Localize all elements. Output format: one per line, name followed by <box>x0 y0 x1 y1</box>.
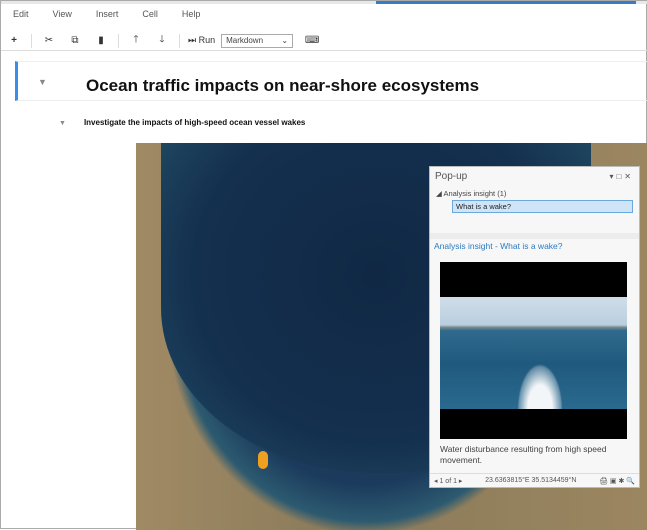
wake-image <box>440 297 627 409</box>
chevron-down-icon: ⌄ <box>281 36 289 45</box>
subheading-text: Investigate the impacts of high-speed oc… <box>83 118 306 127</box>
menu-help[interactable]: Help <box>182 9 201 19</box>
paste-icon[interactable]: ▮ <box>88 35 114 46</box>
divider <box>430 233 639 239</box>
window-top-bar <box>1 1 647 4</box>
menu-insert[interactable]: Insert <box>96 9 119 19</box>
toolbar: + ✂ ⧉ ▮ 🡑 🡓 ⏭ Run Markdown ⌄ ⌨ <box>1 31 647 51</box>
add-cell-button[interactable]: + <box>1 35 27 46</box>
insight-title: Analysis insight - What is a wake? <box>434 241 563 251</box>
cell-type-select[interactable]: Markdown ⌄ <box>221 33 294 48</box>
pager[interactable]: ◂ 1 of 1 ▸ <box>434 477 462 485</box>
footer-tools[interactable]: 🖨 ▣ ✱ 🔍 <box>599 477 635 485</box>
run-button[interactable]: ⏭ Run <box>188 35 215 46</box>
keyboard-icon[interactable]: ⌨ <box>299 35 325 46</box>
copy-icon[interactable]: ⧉ <box>62 35 88 46</box>
divider <box>31 33 32 48</box>
wake-video[interactable] <box>440 262 627 439</box>
collapse-caret-icon[interactable]: ▼ <box>59 120 66 127</box>
menu-bar: Edit View Insert Cell Help <box>13 9 224 19</box>
coordinates: 23.6363815°E 35.5134459°N <box>485 477 577 484</box>
divider <box>118 33 119 48</box>
popup-footer: ◂ 1 of 1 ▸ 23.6363815°E 35.5134459°N 🖨 ▣… <box>430 473 639 487</box>
divider <box>179 33 180 48</box>
cut-icon[interactable]: ✂ <box>36 35 62 46</box>
menu-view[interactable]: View <box>53 9 72 19</box>
insight-description: Water disturbance resulting from high sp… <box>440 444 607 465</box>
tree-item-selected[interactable]: What is a wake? <box>452 200 633 213</box>
wake-trail <box>510 347 570 409</box>
subheading: ▼ Investigate the impacts of high-speed o… <box>59 118 305 127</box>
feature-tree: ◢ Analysis insight (1) What is a wake? <box>430 185 639 217</box>
move-down-icon[interactable]: 🡓 <box>149 32 175 49</box>
run-label: Run <box>198 35 216 45</box>
heading-cell[interactable]: ▼ Ocean traffic impacts on near-shore ec… <box>15 61 647 101</box>
group-label: Analysis insight (1) <box>443 189 507 198</box>
pager-text: 1 of 1 <box>439 477 457 485</box>
move-up-icon[interactable]: 🡑 <box>123 32 149 49</box>
map-marker[interactable] <box>258 451 268 469</box>
page-title: Ocean traffic impacts on near-shore ecos… <box>86 76 480 95</box>
collapse-caret-icon[interactable]: ▼ <box>38 77 47 87</box>
popup-title: Pop-up <box>435 170 468 182</box>
popup-panel: Pop-up ▾□✕ ◢ Analysis insight (1) What is… <box>429 166 640 488</box>
window-controls[interactable]: ▾□✕ <box>609 172 634 181</box>
tree-group[interactable]: ◢ Analysis insight (1) <box>436 189 633 198</box>
menu-edit[interactable]: Edit <box>13 9 29 19</box>
cell-type-value: Markdown <box>226 36 264 45</box>
menu-cell[interactable]: Cell <box>142 9 158 19</box>
